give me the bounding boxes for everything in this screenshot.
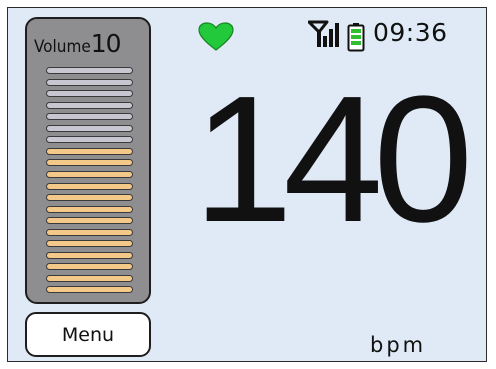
volume-bar-segment[interactable] xyxy=(46,228,133,236)
heart-icon xyxy=(198,22,234,51)
volume-bar-segment[interactable] xyxy=(46,136,133,144)
volume-bar-segment[interactable] xyxy=(46,194,133,202)
clock-time: 09:36 xyxy=(373,18,448,47)
volume-bar-segment[interactable] xyxy=(46,274,133,282)
volume-bar-segment[interactable] xyxy=(46,205,133,213)
volume-bar-segment[interactable] xyxy=(46,147,133,155)
volume-bar-segment[interactable] xyxy=(46,286,133,294)
volume-bar-segment[interactable] xyxy=(46,113,133,121)
volume-bar-segment[interactable] xyxy=(46,124,133,132)
volume-label: Volume xyxy=(34,37,91,57)
volume-value: 10 xyxy=(90,29,122,58)
volume-bar-segment[interactable] xyxy=(46,78,133,86)
volume-bar-segment[interactable] xyxy=(46,240,133,248)
battery-icon xyxy=(347,23,365,52)
volume-bar-segment[interactable] xyxy=(46,90,133,98)
volume-bar-segment[interactable] xyxy=(46,251,133,259)
volume-bar-segment[interactable] xyxy=(46,67,133,74)
heart-rate-value: 140 xyxy=(193,59,473,260)
volume-title: Volume10 xyxy=(34,29,122,58)
volume-bar-segment[interactable] xyxy=(46,101,133,109)
device-screen: Volume10 Menu 09:36 140 bpm xyxy=(7,7,487,362)
volume-bar-segment[interactable] xyxy=(46,159,133,167)
volume-bar-segment[interactable] xyxy=(46,263,133,271)
volume-bar-segment[interactable] xyxy=(46,182,133,190)
signal-icon xyxy=(308,20,339,47)
heart-rate-unit: bpm xyxy=(370,333,427,357)
volume-bar-segment[interactable] xyxy=(46,217,133,225)
volume-bar-segment[interactable] xyxy=(46,170,133,178)
menu-button[interactable]: Menu xyxy=(25,312,151,357)
volume-panel[interactable]: Volume10 xyxy=(25,17,151,304)
